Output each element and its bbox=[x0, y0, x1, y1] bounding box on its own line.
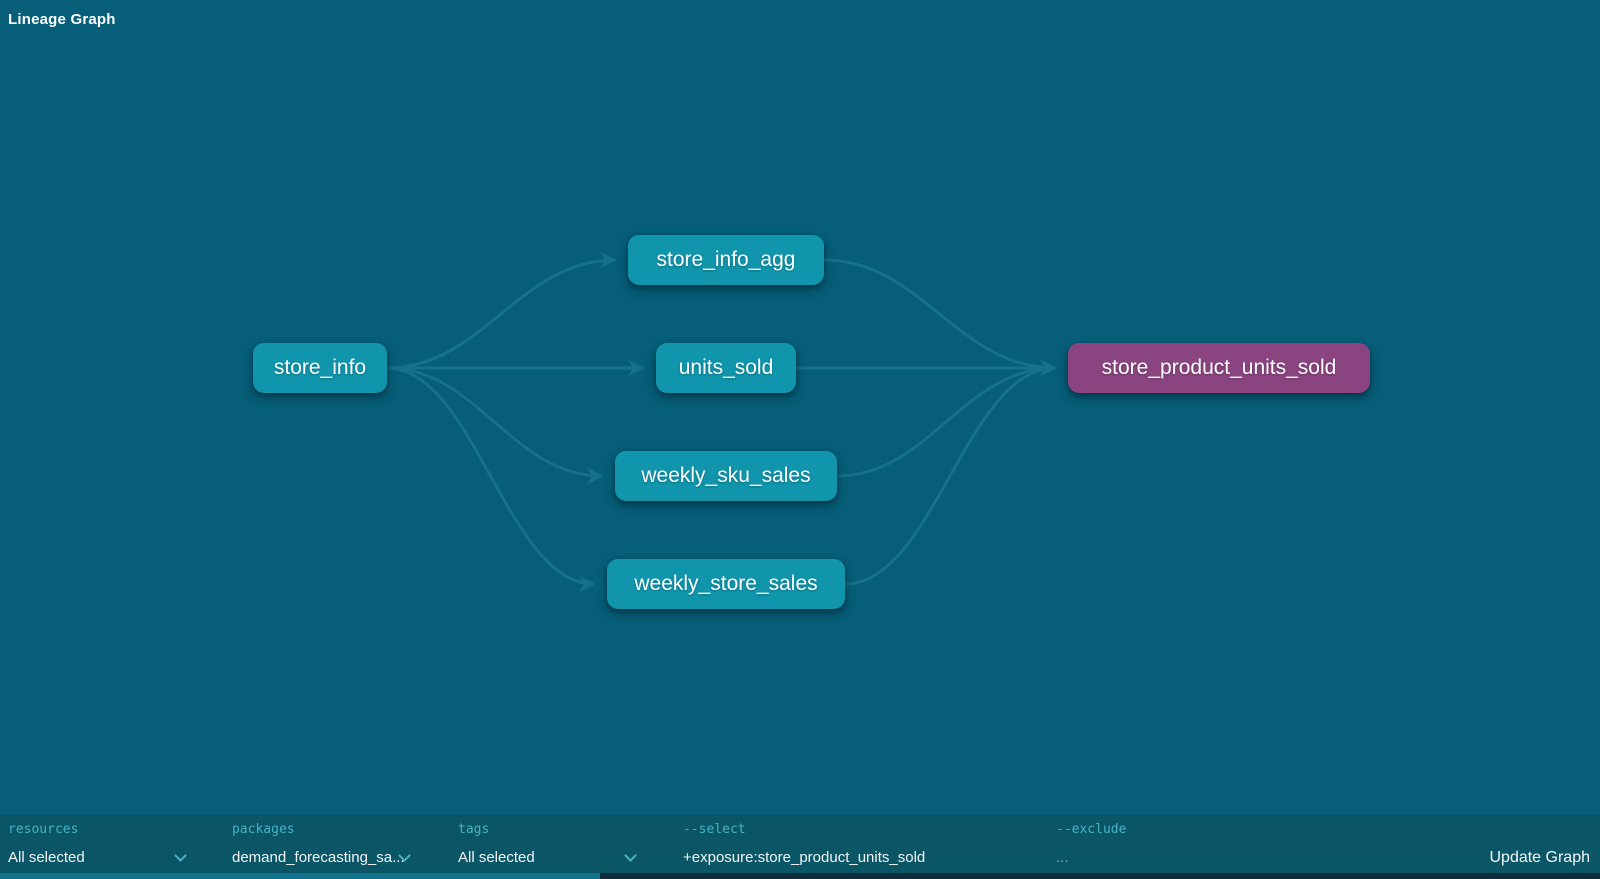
node-units_sold[interactable]: units_sold bbox=[656, 343, 796, 393]
node-store_info[interactable]: store_info bbox=[253, 343, 387, 393]
node-label: units_sold bbox=[679, 356, 774, 380]
node-weekly_store_sales[interactable]: weekly_store_sales bbox=[607, 559, 845, 609]
filter-label-select: --select bbox=[683, 822, 746, 837]
tags-dropdown-value: All selected bbox=[458, 848, 535, 868]
node-label: store_product_units_sold bbox=[1102, 356, 1337, 380]
filter-label-tags: tags bbox=[458, 822, 489, 837]
node-label: store_info bbox=[274, 356, 366, 380]
packages-dropdown-value: demand_forecasting_sa... bbox=[232, 848, 405, 868]
lineage-graph-canvas[interactable]: store_info store_info_agg units_soldweekly… bbox=[0, 0, 1600, 879]
scrollbar-thumb[interactable] bbox=[0, 873, 600, 879]
exclude-input[interactable]: ... bbox=[1056, 848, 1416, 868]
exclude-input-value: ... bbox=[1056, 848, 1069, 868]
select-input-value: +exposure:store_product_units_sold bbox=[683, 848, 925, 868]
node-label: store_info_agg bbox=[657, 248, 796, 272]
page-title: Lineage Graph bbox=[8, 11, 116, 28]
select-input[interactable]: +exposure:store_product_units_sold bbox=[683, 848, 1043, 868]
edge-store_info_agg-to-store_product_units_sold bbox=[824, 260, 1055, 368]
tags-dropdown[interactable]: All selected bbox=[458, 848, 638, 868]
edge-weekly_store_sales-to-store_product_units_sold bbox=[845, 368, 1055, 584]
node-label: weekly_store_sales bbox=[634, 572, 817, 596]
filter-toolbar: resources All selected packages demand_f… bbox=[0, 815, 1600, 873]
chevron-down-icon bbox=[174, 849, 187, 862]
node-label: weekly_sku_sales bbox=[641, 464, 810, 488]
lineage-edges bbox=[0, 0, 1600, 879]
filter-label-resources: resources bbox=[8, 822, 78, 837]
filter-label-exclude: --exclude bbox=[1056, 822, 1126, 837]
update-graph-button[interactable]: Update Graph bbox=[1489, 848, 1590, 868]
node-weekly_sku_sales[interactable]: weekly_sku_sales bbox=[615, 451, 837, 501]
packages-dropdown[interactable]: demand_forecasting_sa... bbox=[232, 848, 412, 868]
chevron-down-icon bbox=[624, 849, 637, 862]
resources-dropdown[interactable]: All selected bbox=[8, 848, 188, 868]
horizontal-scrollbar[interactable] bbox=[0, 873, 1600, 879]
edge-store_info-to-store_info_agg bbox=[387, 260, 615, 368]
edge-weekly_sku_sales-to-store_product_units_sold bbox=[837, 368, 1055, 476]
node-store_product_units_sold[interactable]: store_product_units_sold bbox=[1068, 343, 1370, 393]
edge-store_info-to-weekly_sku_sales bbox=[387, 368, 602, 476]
edge-store_info-to-weekly_store_sales bbox=[387, 368, 594, 584]
filter-label-packages: packages bbox=[232, 822, 295, 837]
resources-dropdown-value: All selected bbox=[8, 848, 85, 868]
node-store_info_agg[interactable]: store_info_agg bbox=[628, 235, 824, 285]
